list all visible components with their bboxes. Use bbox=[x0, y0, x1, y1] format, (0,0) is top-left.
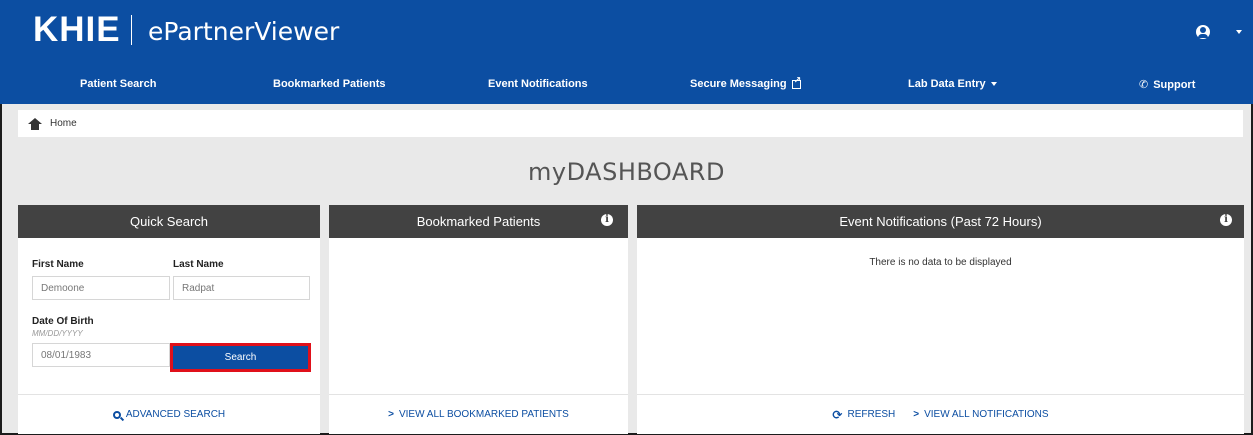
logo-divider bbox=[131, 15, 132, 45]
user-menu-caret-icon[interactable] bbox=[1236, 30, 1242, 34]
nav-event-notifications[interactable]: Event Notifications bbox=[488, 78, 588, 90]
advanced-search-label: ADVANCED SEARCH bbox=[125, 409, 226, 420]
view-all-bookmarked-label: VIEW ALL BOOKMARKED PATIENTS bbox=[398, 409, 569, 420]
event-notifications-footer: ⟳ REFRESH > VIEW ALL NOTIFICATIONS bbox=[637, 394, 1244, 434]
main-nav: Patient Search Bookmarked Patients Event… bbox=[0, 68, 1253, 104]
info-icon[interactable]: i bbox=[1220, 214, 1232, 226]
external-link-icon bbox=[791, 75, 801, 89]
last-name-value: Radpat bbox=[182, 282, 215, 294]
user-account-icon[interactable] bbox=[1196, 25, 1210, 39]
dob-value: 08/01/1983 bbox=[41, 349, 92, 361]
quick-search-panel: Quick Search First Name Last Name Demoon… bbox=[18, 205, 320, 434]
page-title: myDASHBOARD bbox=[528, 158, 725, 186]
top-header: KHIE ePartnerViewer bbox=[0, 0, 1253, 68]
nav-secure-messaging[interactable]: Secure Messaging bbox=[690, 75, 801, 91]
app-title: ePartnerViewer bbox=[148, 17, 340, 46]
search-button-label: Search bbox=[224, 352, 257, 363]
view-all-bookmarked-link[interactable]: > VIEW ALL BOOKMARKED PATIENTS bbox=[388, 409, 569, 420]
khie-logo[interactable]: KHIE bbox=[33, 11, 121, 49]
chevron-down-icon bbox=[990, 82, 997, 86]
bookmarked-patients-panel: Bookmarked Patients i > VIEW ALL BOOKMAR… bbox=[329, 205, 628, 434]
event-notifications-title: Event Notifications (Past 72 Hours) bbox=[839, 214, 1042, 229]
nav-bookmarked-patients[interactable]: Bookmarked Patients bbox=[273, 78, 385, 90]
bookmarked-patients-footer: > VIEW ALL BOOKMARKED PATIENTS bbox=[329, 394, 628, 434]
dob-label: Date Of Birth bbox=[32, 316, 94, 327]
dob-format-hint: MM/DD/YYYY bbox=[32, 329, 83, 338]
logo-text: KHIE bbox=[33, 10, 121, 49]
nav-secure-messaging-label: Secure Messaging bbox=[690, 78, 787, 90]
chevron-right-icon: > bbox=[913, 409, 920, 420]
refresh-icon: ⟳ bbox=[832, 407, 843, 422]
empty-state-message: There is no data to be displayed bbox=[869, 257, 1012, 268]
refresh-link[interactable]: ⟳ REFRESH bbox=[832, 408, 895, 422]
nav-support-label: Support bbox=[1153, 78, 1196, 91]
last-name-field[interactable]: Radpat bbox=[173, 276, 310, 300]
nav-event-notifications-label: Event Notifications bbox=[488, 78, 588, 90]
event-notifications-header: Event Notifications (Past 72 Hours) i bbox=[637, 205, 1244, 238]
dob-field[interactable]: 08/01/1983 bbox=[32, 343, 170, 367]
search-icon bbox=[112, 410, 121, 419]
bookmarked-patients-title: Bookmarked Patients bbox=[416, 214, 541, 229]
home-icon[interactable] bbox=[28, 117, 42, 130]
nav-lab-data-entry-label: Lab Data Entry bbox=[908, 78, 986, 90]
view-all-notifications-label: VIEW ALL NOTIFICATIONS bbox=[924, 409, 1049, 420]
advanced-search-link[interactable]: ADVANCED SEARCH bbox=[112, 409, 226, 420]
nav-lab-data-entry[interactable]: Lab Data Entry bbox=[908, 78, 997, 90]
nav-patient-search-label: Patient Search bbox=[80, 78, 157, 90]
breadcrumb-home[interactable]: Home bbox=[50, 118, 77, 129]
event-notifications-panel: Event Notifications (Past 72 Hours) i Th… bbox=[637, 205, 1244, 434]
refresh-label: REFRESH bbox=[847, 409, 896, 420]
chevron-right-icon: > bbox=[388, 409, 394, 420]
quick-search-footer: ADVANCED SEARCH bbox=[18, 394, 320, 434]
nav-support[interactable]: ✆ Support bbox=[1139, 78, 1196, 92]
quick-search-title: Quick Search bbox=[129, 214, 209, 229]
first-name-label: First Name bbox=[32, 259, 84, 270]
first-name-value: Demoone bbox=[41, 282, 85, 294]
search-button[interactable]: Search bbox=[170, 343, 311, 372]
quick-search-header: Quick Search bbox=[18, 205, 320, 238]
bookmarked-patients-header: Bookmarked Patients i bbox=[329, 205, 628, 238]
breadcrumb: Home bbox=[18, 110, 1243, 137]
view-all-notifications-link[interactable]: > VIEW ALL NOTIFICATIONS bbox=[913, 409, 1048, 420]
info-icon[interactable]: i bbox=[601, 214, 613, 226]
nav-patient-search[interactable]: Patient Search bbox=[80, 78, 156, 90]
phone-icon: ✆ bbox=[1139, 79, 1149, 91]
nav-bookmarked-patients-label: Bookmarked Patients bbox=[273, 78, 386, 90]
last-name-label: Last Name bbox=[173, 259, 224, 270]
first-name-field[interactable]: Demoone bbox=[32, 276, 170, 300]
